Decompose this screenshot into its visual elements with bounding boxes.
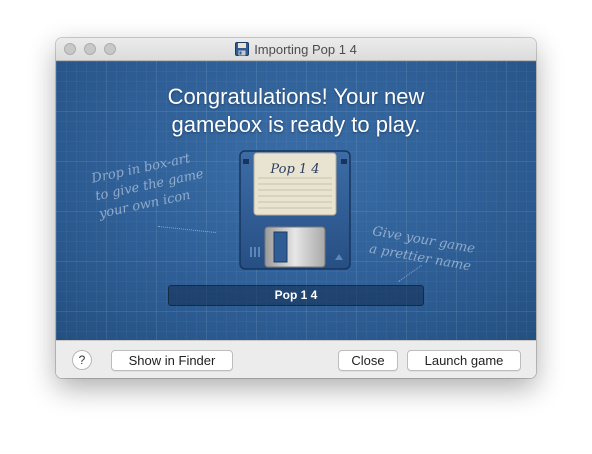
show-in-finder-button[interactable]: Show in Finder [111, 350, 233, 371]
game-name-field[interactable]: Pop 1 4 [168, 285, 424, 306]
boxart-hint: Drop in box-art to give the game your ow… [90, 151, 206, 222]
close-button[interactable]: Close [338, 350, 398, 371]
floppy-disk-icon[interactable]: Pop 1 4 [239, 150, 351, 270]
headline-line-1: Congratulations! Your new [167, 84, 425, 109]
help-button[interactable]: ? [72, 350, 92, 370]
gamebox-stage: Congratulations! Your new gamebox is rea… [56, 61, 536, 340]
window-title-group: Importing Pop 1 4 [56, 38, 536, 60]
name-hint: Give your game a prettier name [368, 223, 476, 275]
name-hint-dots [398, 265, 422, 282]
boxart-hint-dots [158, 225, 216, 234]
headline-line-2: gamebox is ready to play. [171, 112, 421, 137]
title-bar[interactable]: Importing Pop 1 4 [56, 38, 536, 61]
launch-game-button[interactable]: Launch game [407, 350, 521, 371]
floppy-disk-icon [235, 42, 250, 56]
disk-label: Pop 1 4 [269, 162, 319, 177]
import-window: Importing Pop 1 4 Congratulations! Your … [56, 38, 536, 378]
window-title: Importing Pop 1 4 [254, 41, 357, 57]
button-bar: ? Show in Finder Close Launch game [56, 340, 536, 378]
success-headline: Congratulations! Your new gamebox is rea… [56, 83, 536, 139]
